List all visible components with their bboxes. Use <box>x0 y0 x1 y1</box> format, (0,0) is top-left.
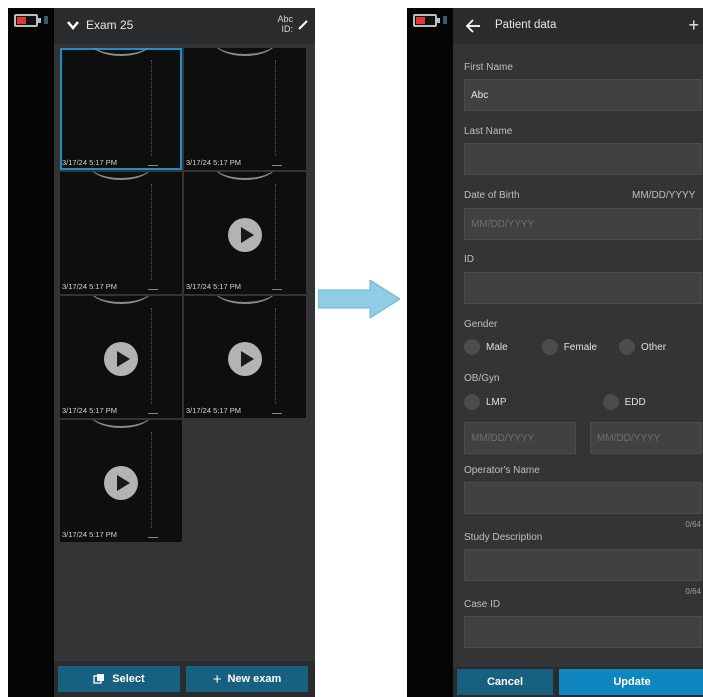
dob-format-hint: MM/DD/YYYY <box>632 190 696 201</box>
select-label: Select <box>112 673 145 685</box>
play-icon <box>228 218 262 252</box>
radio-male-label: Male <box>486 341 508 353</box>
id-field[interactable] <box>464 272 702 304</box>
thumbnail-timestamp: 3/17/24 5:17 PM <box>62 530 118 539</box>
patient-id-label: ID: <box>281 24 293 34</box>
operator-char-count: 0/64 <box>685 520 701 529</box>
play-icon <box>228 342 262 376</box>
radio-female-label: Female <box>563 341 598 353</box>
thumbnail-timestamp: 3/17/24 5:17 PM <box>186 282 242 291</box>
radio-other-label: Other <box>641 341 667 353</box>
radio-edd-label: EDD <box>624 396 646 408</box>
radio-other[interactable] <box>619 339 636 355</box>
first-name-label: First Name <box>464 62 513 73</box>
thumbnail-6[interactable]: 3/17/24 5:17 PM <box>184 296 306 418</box>
patient-data-screen: Patient data + First Name Abc Last Name … <box>407 8 703 697</box>
exam-screen: Exam 25 Abc ID: 3/17/24 5:17 PM 3/17/24 … <box>8 8 315 697</box>
radio-lmp[interactable] <box>464 394 480 410</box>
case-id-label: Case ID <box>464 599 501 610</box>
operator-name-label: Operator's Name <box>464 465 540 476</box>
edit-pencil-icon[interactable] <box>297 19 309 31</box>
plus-icon: + <box>212 670 222 688</box>
first-name-field[interactable]: Abc <box>464 79 702 111</box>
exam-panel: Exam 25 Abc ID: 3/17/24 5:17 PM 3/17/24 … <box>54 8 315 697</box>
patient-footer: Cancel Update <box>453 667 703 697</box>
gender-radio-group: Male Female Other <box>464 339 666 355</box>
thumbnail-timestamp: 3/17/24 5:17 PM <box>62 282 118 291</box>
chevron-down-icon[interactable] <box>66 18 80 32</box>
last-name-field[interactable] <box>464 143 702 175</box>
update-button[interactable]: Update <box>559 669 703 695</box>
battery-icon <box>413 14 440 27</box>
radio-male[interactable] <box>464 339 480 355</box>
exam-footer: Select + New exam <box>54 661 315 697</box>
study-description-label: Study Description <box>464 532 543 543</box>
last-name-label: Last Name <box>464 126 513 137</box>
play-icon <box>104 466 138 500</box>
thumbnail-timestamp: 3/17/24 5:17 PM <box>186 406 242 415</box>
left-edge-strip <box>8 8 54 697</box>
back-arrow-icon[interactable] <box>465 19 481 33</box>
add-icon[interactable]: + <box>688 16 699 34</box>
patient-info[interactable]: Abc ID: <box>277 14 293 34</box>
obgyn-label: OB/Gyn <box>464 373 500 384</box>
select-button[interactable]: Select <box>58 666 180 692</box>
patient-header: Patient data + <box>453 8 703 44</box>
study-description-field[interactable] <box>464 549 702 581</box>
new-exam-label: New exam <box>227 673 282 685</box>
patient-form-panel: Patient data + First Name Abc Last Name … <box>453 8 703 697</box>
copy-icon <box>93 674 105 684</box>
thumbnail-2[interactable]: 3/17/24 5:17 PM <box>184 48 306 170</box>
study-char-count: 0/64 <box>685 587 701 596</box>
operator-name-field[interactable] <box>464 482 702 514</box>
thumbnail-timestamp: 3/17/24 5:17 PM <box>186 158 242 167</box>
status-indicator <box>44 16 48 24</box>
case-id-field[interactable] <box>464 616 702 648</box>
radio-edd[interactable] <box>602 394 619 410</box>
thumbnail-4[interactable]: 3/17/24 5:17 PM <box>184 172 306 294</box>
edd-field[interactable]: MM/DD/YYYY <box>590 422 702 454</box>
gender-label: Gender <box>464 319 498 330</box>
thumbnail-7[interactable]: 3/17/24 5:17 PM <box>60 420 182 542</box>
thumbnail-timestamp: 3/17/24 5:17 PM <box>62 406 118 415</box>
dob-field[interactable]: MM/DD/YYYY <box>464 208 702 240</box>
status-indicator <box>443 16 447 24</box>
thumbnail-1[interactable]: 3/17/24 5:17 PM <box>60 48 182 170</box>
radio-lmp-label: LMP <box>486 396 507 408</box>
thumbnail-5[interactable]: 3/17/24 5:17 PM <box>60 296 182 418</box>
exam-header: Exam 25 Abc ID: <box>54 8 315 44</box>
obgyn-radio-group: LMP EDD <box>464 394 646 410</box>
id-label: ID <box>464 254 474 265</box>
thumbnail-timestamp: 3/17/24 5:17 PM <box>62 158 118 167</box>
thumbnail-3[interactable]: 3/17/24 5:17 PM <box>60 172 182 294</box>
lmp-field[interactable]: MM/DD/YYYY <box>464 422 576 454</box>
patient-name: Abc <box>277 14 293 24</box>
battery-icon <box>14 14 41 27</box>
new-exam-button[interactable]: + New exam <box>186 666 308 692</box>
exam-title[interactable]: Exam 25 <box>86 18 133 32</box>
dob-label: Date of Birth <box>464 190 520 201</box>
cancel-button[interactable]: Cancel <box>457 669 553 695</box>
page-title: Patient data <box>495 19 557 31</box>
transition-arrow-icon <box>318 280 400 318</box>
play-icon <box>104 342 138 376</box>
radio-female[interactable] <box>541 339 558 355</box>
left-edge-strip <box>407 8 453 697</box>
